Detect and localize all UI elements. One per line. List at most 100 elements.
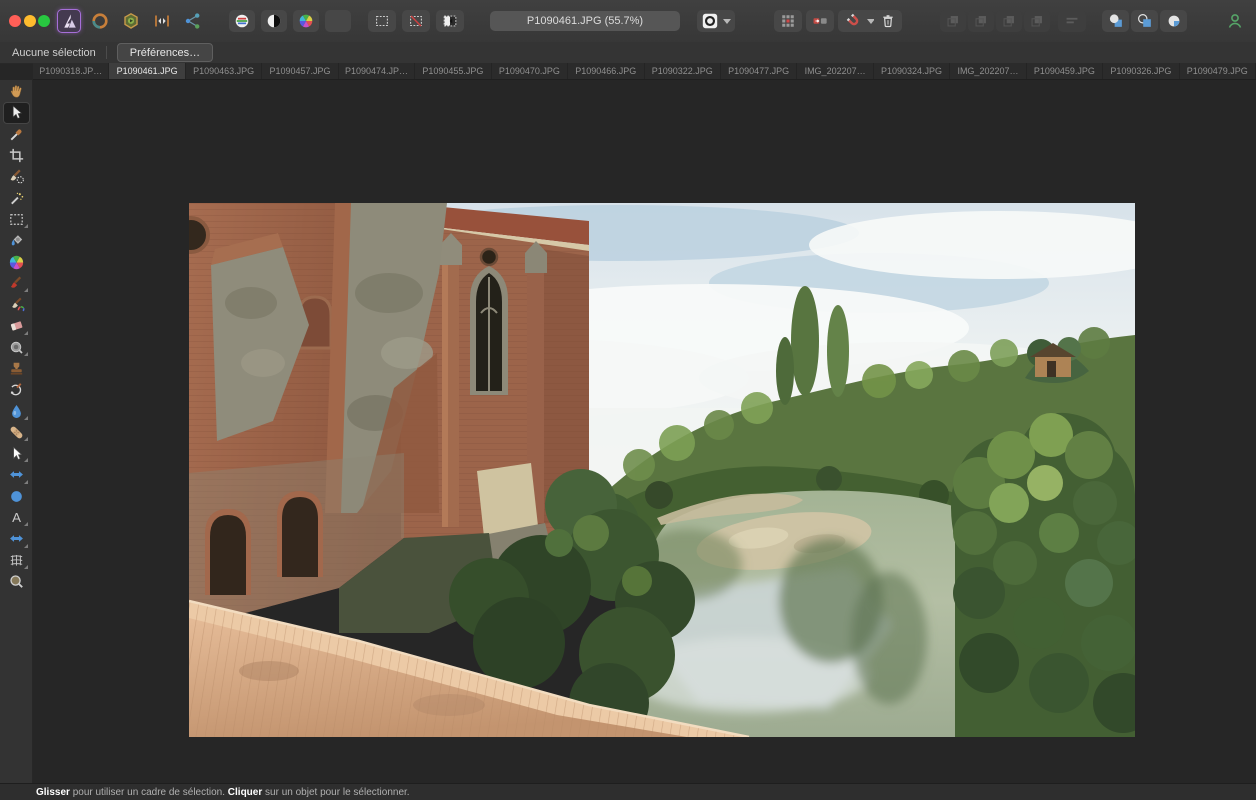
gradient-tool[interactable] [3,251,30,272]
crop-tool[interactable] [3,145,30,166]
move-pixels-icon [811,12,829,30]
text-tool-icon [7,508,26,527]
auto-white-balance-button[interactable] [325,10,351,32]
warp-tool[interactable] [3,464,30,485]
move-tool[interactable] [2,102,30,124]
document-tab[interactable]: P1090459.JPG [1027,63,1104,79]
move-to-front-icon [944,12,962,30]
crop-tool-icon [7,146,26,165]
move-backward-icon [1000,12,1018,30]
trash-icon [879,12,897,30]
document-title[interactable]: P1090461.JPG (55.7%) [490,11,680,31]
move-forward-button[interactable] [968,10,994,32]
document-tab[interactable]: IMG_202207… [950,63,1027,79]
move-backward-button[interactable] [996,10,1022,32]
document-tab[interactable]: P1090326.JPG [1103,63,1180,79]
tone-mapping-persona-button[interactable] [119,9,143,33]
chevron-down-icon [723,18,731,24]
invert-selection-button[interactable] [436,10,464,32]
pixel-grid-icon [779,12,797,30]
auto-colours-button[interactable] [293,10,319,32]
move-whole-pixels-button[interactable] [806,10,834,32]
document-tab[interactable]: P1090461.JPG [109,63,186,79]
tools-panel [0,80,33,784]
document-tabbar: P1090318.JP… P1090461.JPG P1090463.JPG P109… [33,63,1256,80]
transform-tool[interactable] [3,528,30,549]
zoom-window-button[interactable] [38,15,50,27]
export-persona-button[interactable] [181,9,205,33]
document-tab[interactable]: P1090322.JPG [645,63,721,79]
auto-levels-button[interactable] [229,10,255,32]
view-tool[interactable] [3,81,30,102]
marquee-tool[interactable] [3,209,30,230]
healing-brush-tool-icon [7,423,26,442]
liquify-persona-icon [152,11,172,31]
document-tab[interactable]: P1090318.JP… [33,63,110,79]
photo-persona-button[interactable] [57,9,81,33]
status-bar: Glisser pour utiliser un cadre de sélect… [0,783,1256,800]
insert-on-top-button[interactable] [1102,10,1129,32]
deselect-icon [407,12,425,30]
text-tool[interactable] [3,507,30,528]
auto-adjustment-group [229,10,351,32]
insert-inside-button[interactable] [1160,10,1187,32]
flood-fill-tool[interactable] [3,230,30,251]
document-tab[interactable]: P1090477.JPG [721,63,798,79]
alignment-button[interactable] [1058,10,1086,32]
document-tab[interactable]: P1090324.JPG [874,63,951,79]
photo-persona-icon [59,11,80,32]
color-replacement-brush-tool[interactable] [3,294,30,315]
node-tool[interactable] [3,443,30,464]
select-all-button[interactable] [368,10,396,32]
document-tab[interactable]: P1090466.JPG [568,63,645,79]
document-tab[interactable]: P1090457.JPG [262,63,339,79]
pixel-grid-button[interactable] [774,10,802,32]
photo-document[interactable] [189,203,1135,737]
minimize-window-button[interactable] [24,15,36,27]
selection-brush-tool[interactable] [3,166,30,187]
zoom-tool[interactable] [3,571,30,592]
delete-button[interactable] [874,10,902,32]
eraser-tool[interactable] [3,315,30,336]
move-to-front-button[interactable] [940,10,966,32]
paint-brush-tool[interactable] [3,273,30,294]
blur-tool[interactable] [3,400,30,421]
ellipse-shape-tool[interactable] [3,486,30,507]
eraser-tool-icon [7,316,26,335]
move-forward-icon [972,12,990,30]
insert-behind-button[interactable] [1131,10,1158,32]
deselect-button[interactable] [402,10,430,32]
move-to-back-button[interactable] [1024,10,1050,32]
tone-mapping-persona-icon [121,11,141,31]
undo-brush-tool[interactable] [3,379,30,400]
quick-mask-button[interactable] [697,10,735,32]
preferences-button[interactable]: Préférences… [116,43,214,62]
document-tab[interactable]: P1090463.JPG [186,63,263,79]
close-window-button[interactable] [9,15,21,27]
transform-tool-icon [7,529,26,548]
healing-brush-tool[interactable] [3,422,30,443]
dodge-brush-tool[interactable] [3,337,30,358]
auto-levels-icon [233,12,251,30]
document-tab[interactable]: P1090455.JPG [415,63,492,79]
document-tab[interactable]: P1090470.JPG [492,63,569,79]
account-button[interactable] [1222,10,1248,32]
clone-stamp-tool[interactable] [3,358,30,379]
color-picker-tool[interactable] [3,124,30,145]
insert-inside-icon [1165,12,1183,30]
document-tab[interactable]: P1090479.JPG [1180,63,1256,79]
mesh-warp-tool[interactable] [3,550,30,571]
flood-select-tool-icon [7,189,26,208]
status-hint-text: Glisser pour utiliser un cadre de sélect… [36,786,410,798]
flood-select-tool[interactable] [3,187,30,208]
auto-contrast-button[interactable] [261,10,287,32]
canvas-area[interactable] [34,80,1256,784]
snapping-group [774,10,882,32]
document-tab[interactable]: IMG_202207… [797,63,874,79]
document-tab[interactable]: P1090474.JP… [339,63,416,79]
insertion-group [1102,10,1187,32]
develop-persona-button[interactable] [88,9,112,33]
color-replacement-brush-tool-icon [7,295,26,314]
account-person-icon [1225,11,1245,31]
liquify-persona-button[interactable] [150,9,174,33]
